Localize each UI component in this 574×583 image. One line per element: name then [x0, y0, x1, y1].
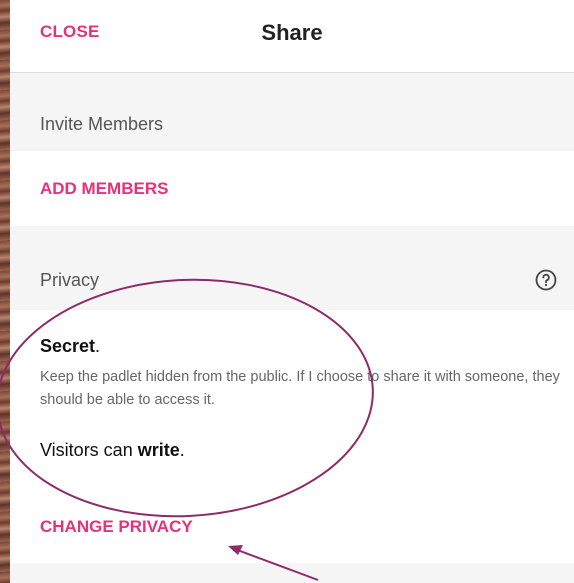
privacy-level-name: Secret: [40, 336, 96, 356]
share-panel: CLOSE Share Invite Members ADD MEMBERS P…: [10, 0, 574, 583]
invite-members-label: Invite Members: [40, 114, 164, 134]
privacy-label: Privacy: [40, 270, 100, 290]
visitors-permission-value: write: [137, 440, 180, 460]
visitors-suffix: .: [179, 440, 185, 460]
background-wood-strip: [0, 0, 10, 583]
privacy-level: Secret.: [40, 336, 100, 357]
share-header: CLOSE Share: [10, 0, 574, 73]
change-privacy-button[interactable]: CHANGE PRIVACY: [40, 517, 193, 537]
privacy-section-header: Privacy: [10, 226, 574, 310]
privacy-description: Keep the padlet hidden from the public. …: [40, 369, 560, 408]
visitors-prefix: Visitors can: [40, 440, 138, 460]
question-circle-icon[interactable]: [534, 268, 558, 292]
page-title: Share: [261, 20, 323, 45]
bottom-section-divider: [10, 563, 574, 583]
visitors-permission: Visitors can write.: [40, 440, 185, 461]
privacy-level-suffix: .: [95, 336, 101, 356]
add-members-button[interactable]: ADD MEMBERS: [40, 179, 168, 199]
invite-members-section-header: Invite Members: [10, 73, 574, 151]
